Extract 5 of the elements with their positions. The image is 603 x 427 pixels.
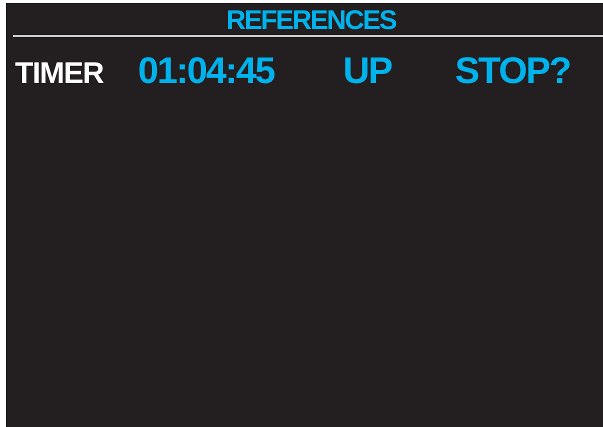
stop-prompt[interactable]: STOP? (455, 51, 570, 91)
screen-title: REFERENCES (225, 5, 396, 35)
timer-value: 01:04:45 (138, 51, 274, 91)
count-direction: UP (343, 51, 392, 91)
timer-label: TIMER (15, 56, 104, 92)
